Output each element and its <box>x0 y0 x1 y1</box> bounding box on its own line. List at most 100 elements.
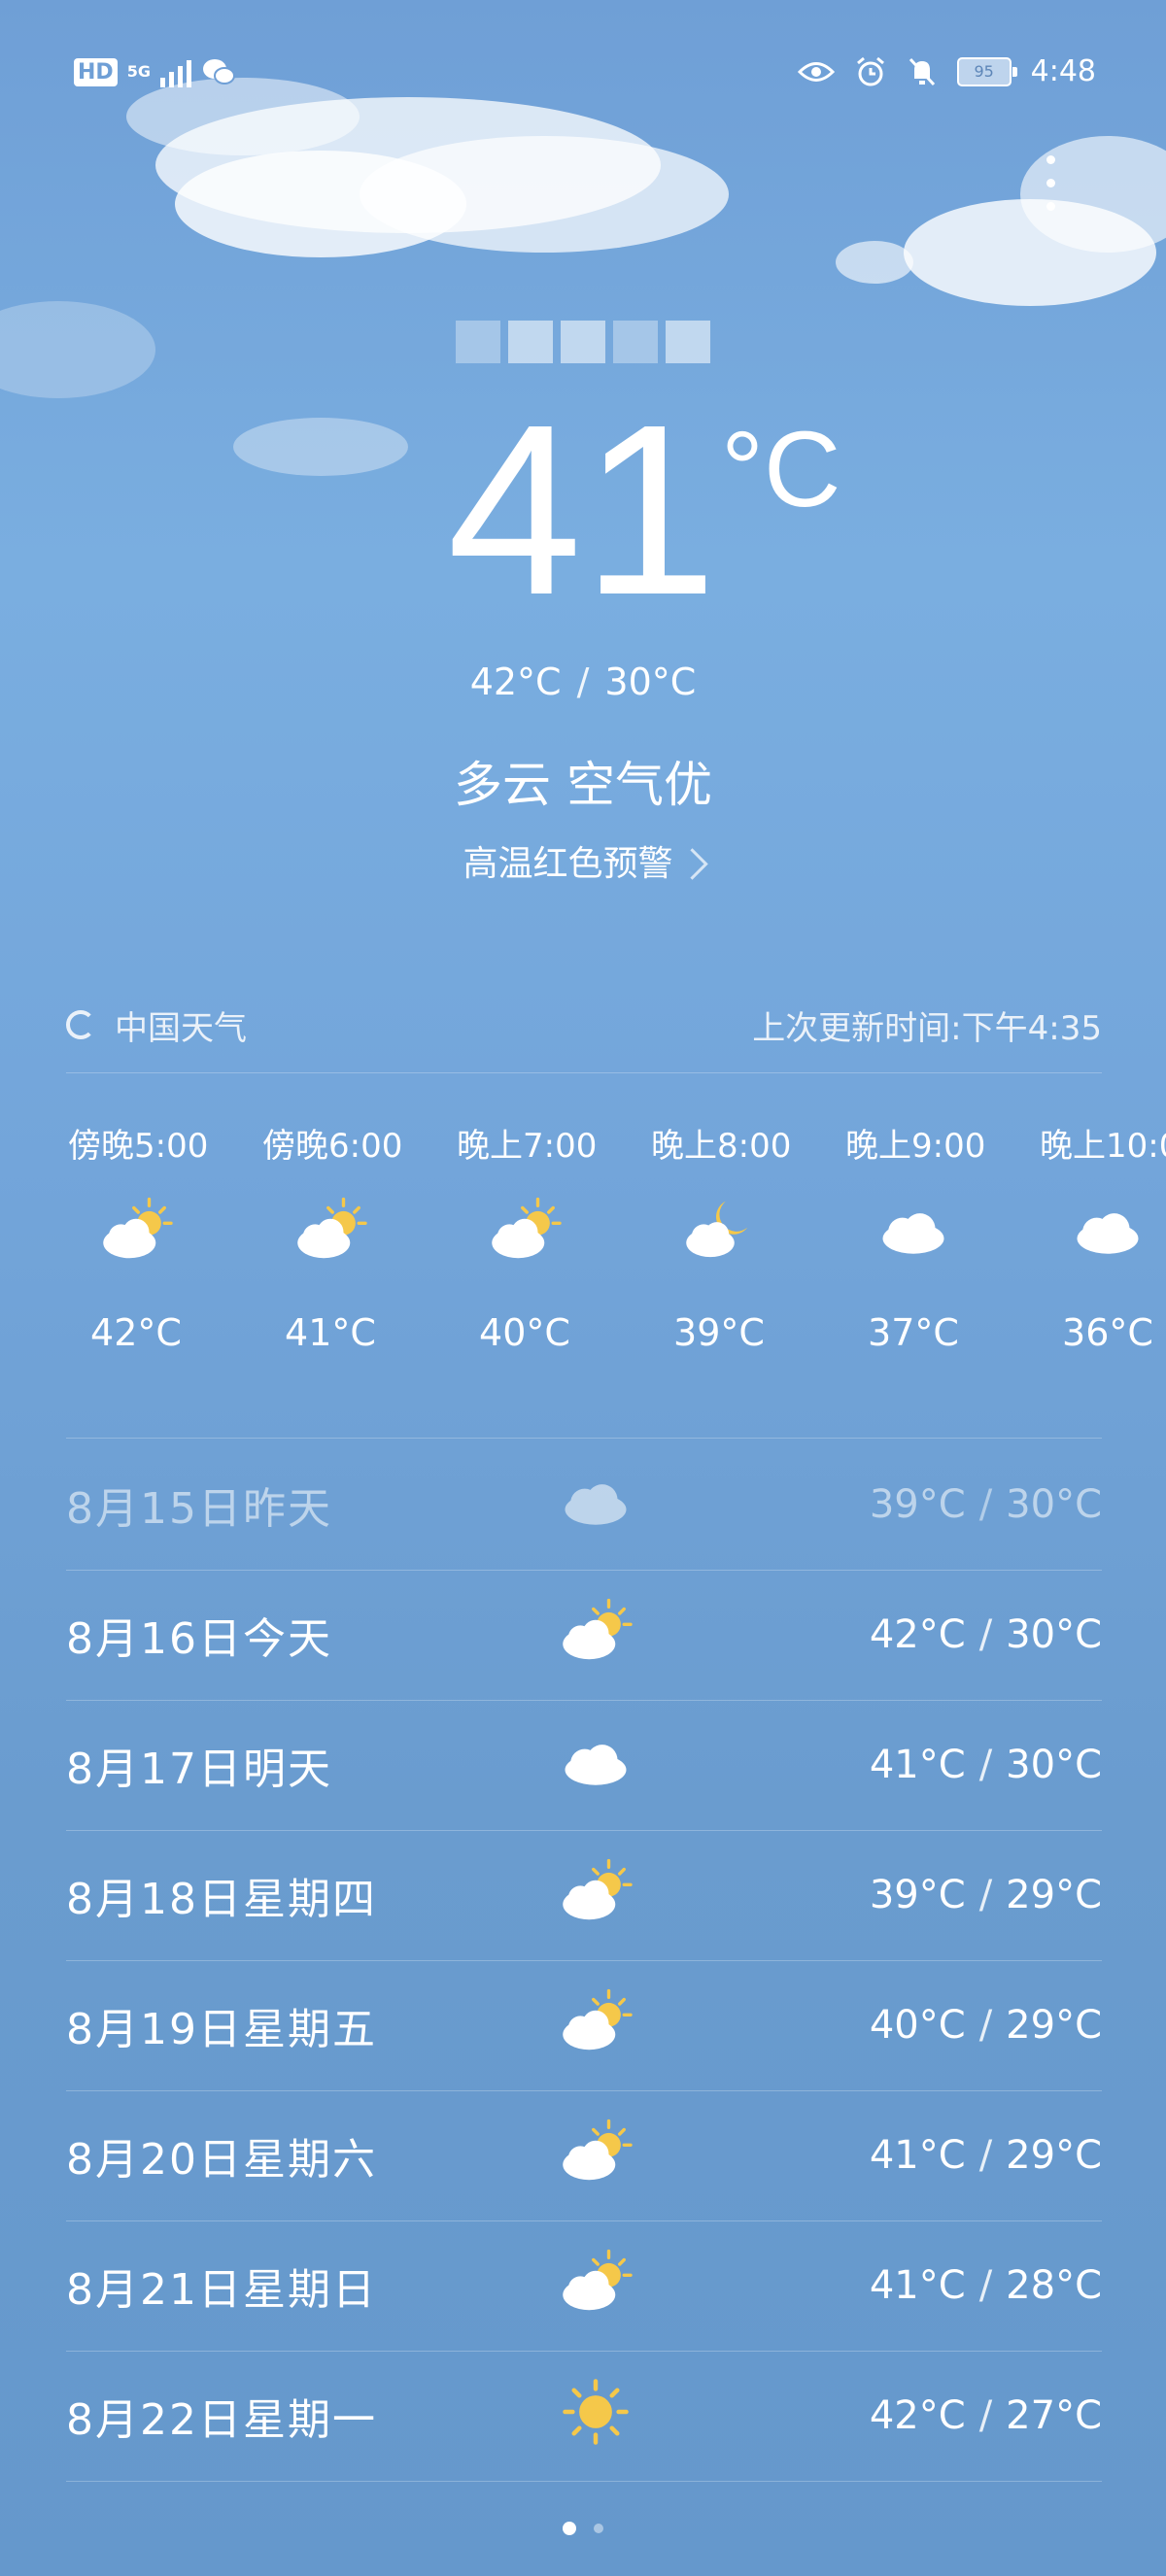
temperature-unit: °C <box>721 410 841 529</box>
day-high: 39°C <box>869 1873 966 1917</box>
hour-time: 晚上9:00 <box>845 1127 986 1166</box>
battery-icon: 95 <box>956 56 1017 86</box>
day-date: 8月17日明天 <box>66 1745 332 1794</box>
alert-text: 高温红色预警 <box>463 844 673 884</box>
eye-comfort-icon <box>797 61 835 82</box>
hour-temp: 36°C <box>1062 1311 1153 1354</box>
hour-temp: 41°C <box>285 1311 376 1354</box>
day-low: 27°C <box>1006 2393 1102 2438</box>
partly-sunny-icon <box>233 1195 428 1302</box>
current-temperature: 41 <box>447 374 718 645</box>
hour-time: 晚上10:00 <box>1040 1127 1166 1166</box>
hd-voice-icon: HD <box>74 57 118 86</box>
daily-row[interactable]: 8月16日今天 42°C/30°C <box>66 1570 1102 1700</box>
day-temp-range: 40°C/29°C <box>869 2003 1102 2048</box>
daily-row[interactable]: 8月20日星期六 41°C/29°C <box>66 2090 1102 2220</box>
day-low: 30°C <box>1006 1612 1102 1657</box>
day-temp-range: 42°C/27°C <box>869 2393 1102 2438</box>
day-date: 8月19日星期五 <box>66 2005 377 2054</box>
today-temp-range: 42°C/30°C <box>469 661 697 703</box>
daily-row[interactable]: 8月21日星期日 41°C/28°C <box>66 2220 1102 2351</box>
alarm-icon <box>856 56 884 85</box>
weather-condition: 多云 空气优 <box>454 757 712 813</box>
day-high: 41°C <box>869 2133 966 2178</box>
day-date: 8月21日星期日 <box>66 2265 377 2315</box>
hourly-item: 傍晚5:00 42°C <box>39 1107 233 1354</box>
day-low: 30°C <box>1006 1482 1102 1527</box>
day-temp-range: 41°C/30°C <box>869 1743 1102 1787</box>
day-high: 40°C <box>869 2003 966 2048</box>
partly-sunny-icon <box>428 1195 622 1302</box>
day-date: 8月15日昨天 <box>66 1484 332 1534</box>
day-low: 29°C <box>1006 2003 1102 2048</box>
day-high: 41°C <box>869 1743 966 1787</box>
cloud-icon <box>1011 1195 1166 1302</box>
hour-time: 傍晚6:00 <box>262 1127 403 1166</box>
day-temp-range: 42°C/30°C <box>869 1612 1102 1657</box>
status-time: 4:48 <box>1030 54 1096 88</box>
daily-row[interactable]: 8月22日星期一 42°C/27°C <box>66 2351 1102 2481</box>
hour-time: 傍晚5:00 <box>68 1127 209 1166</box>
day-low: 29°C <box>1006 2133 1102 2178</box>
daily-row[interactable]: 8月15日昨天 39°C/30°C <box>66 1440 1102 1570</box>
day-low: 30°C <box>1006 1743 1102 1787</box>
cloud-icon <box>816 1195 1011 1302</box>
cloud-icon <box>552 1726 649 1804</box>
hourly-item: 晚上8:00 39°C <box>622 1107 816 1354</box>
city-name-blurred[interactable] <box>0 321 1166 363</box>
hourly-item: 晚上7:00 40°C <box>428 1107 622 1354</box>
day-high: 41°C <box>869 2263 966 2308</box>
data-source-row: 中国天气 上次更新时间:下午4:35 <box>66 1000 1102 1049</box>
divider <box>66 1438 1102 1439</box>
partly-sunny-icon <box>552 1986 649 2064</box>
moon-cloud-icon <box>622 1195 816 1302</box>
daily-row[interactable]: 8月17日明天 41°C/30°C <box>66 1700 1102 1830</box>
partly-sunny-icon <box>552 2247 649 2324</box>
status-bar: HD 5G 95 4:48 <box>0 0 1166 146</box>
daily-row[interactable]: 8月19日星期五 40°C/29°C <box>66 1960 1102 2090</box>
chevron-right-icon <box>675 848 708 880</box>
more-options-icon[interactable] <box>1036 155 1065 223</box>
day-high: 42°C <box>869 2393 966 2438</box>
daily-row[interactable]: 8月18日星期四 39°C/29°C <box>66 1830 1102 1960</box>
day-date: 8月20日星期六 <box>66 2135 377 2185</box>
hour-time: 晚上7:00 <box>457 1127 598 1166</box>
partly-sunny-icon <box>552 2117 649 2194</box>
day-high: 39°C <box>869 1482 966 1527</box>
page-indicator[interactable] <box>0 2522 1166 2535</box>
day-date: 8月22日星期一 <box>66 2395 377 2445</box>
hourly-item: 晚上9:00 37°C <box>816 1107 1011 1354</box>
hour-temp: 42°C <box>90 1311 182 1354</box>
wechat-notification-icon <box>202 59 235 85</box>
hour-temp: 40°C <box>479 1311 570 1354</box>
day-low: 29°C <box>1006 1873 1102 1917</box>
signal-strength-icon <box>159 56 191 87</box>
day-temp-range: 41°C/28°C <box>869 2263 1102 2308</box>
partly-sunny-icon <box>552 1856 649 1934</box>
weather-alert-link[interactable]: 高温红色预警 <box>0 835 1166 886</box>
today-high: 42°C <box>469 661 562 703</box>
divider <box>66 2481 1102 2482</box>
source-name: 中国天气 <box>115 1008 247 1048</box>
partly-sunny-icon <box>552 1596 649 1674</box>
hour-time: 晚上8:00 <box>651 1127 792 1166</box>
today-low: 30°C <box>604 661 697 703</box>
page-dot-active[interactable] <box>563 2522 576 2535</box>
day-temp-range: 41°C/29°C <box>869 2133 1102 2178</box>
page-dot[interactable] <box>594 2524 603 2533</box>
hour-temp: 37°C <box>868 1311 959 1354</box>
last-updated: 上次更新时间:下午4:35 <box>752 1008 1102 1048</box>
mute-bell-icon <box>909 57 935 85</box>
hourly-item: 晚上10:00 36°C <box>1011 1107 1166 1354</box>
partly-sunny-icon <box>39 1195 233 1302</box>
hourly-item: 傍晚6:00 41°C <box>233 1107 428 1354</box>
day-high: 42°C <box>869 1612 966 1657</box>
day-temp-range: 39°C/30°C <box>869 1482 1102 1527</box>
china-weather-logo-icon <box>66 1010 95 1039</box>
hour-temp: 39°C <box>673 1311 765 1354</box>
hourly-forecast[interactable]: 傍晚5:00 42°C 傍晚6:00 41°C 晚上7:00 40°C 晚上8:00 39°C… <box>0 1107 1166 1418</box>
day-date: 8月16日今天 <box>66 1614 332 1664</box>
sunny-icon <box>552 2377 649 2455</box>
divider <box>66 1072 1102 1073</box>
day-date: 8月18日星期四 <box>66 1875 377 1924</box>
